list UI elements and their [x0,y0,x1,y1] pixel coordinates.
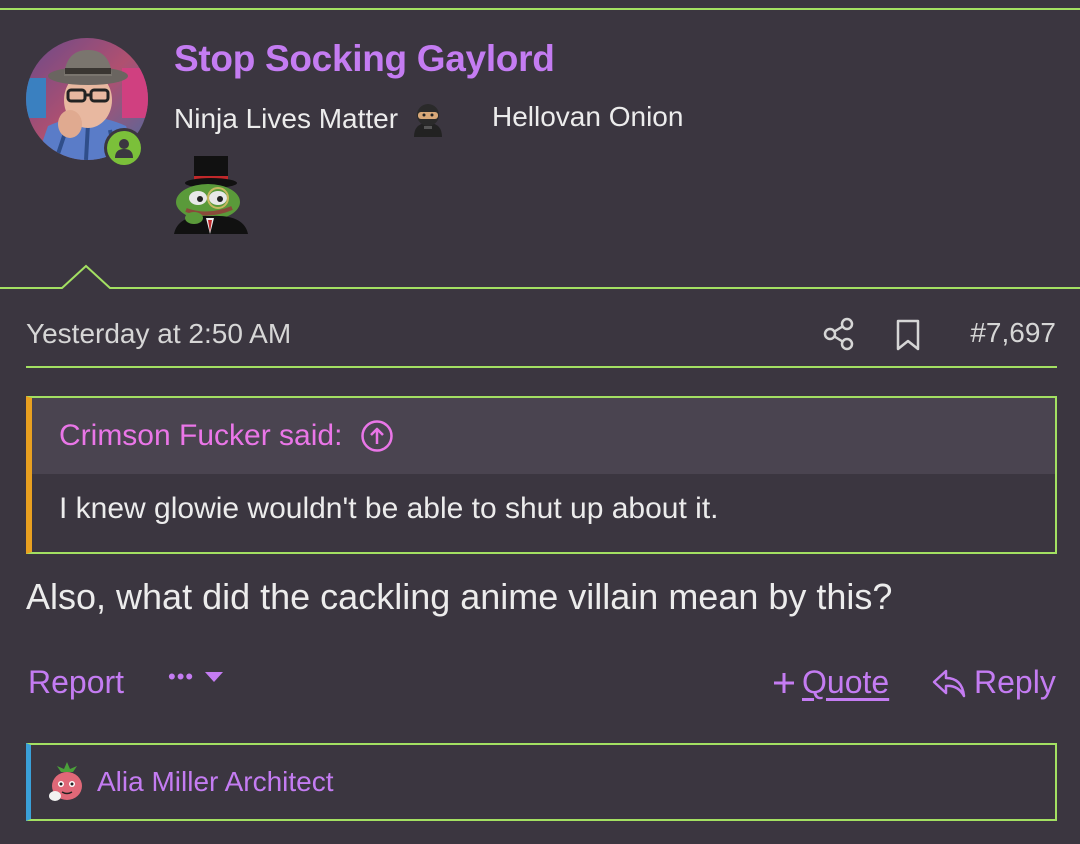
bookmark-icon[interactable] [893,318,923,352]
quote-author[interactable]: Crimson Fucker said: [59,419,342,453]
post-number-link[interactable]: #7,697 [970,317,1056,349]
post-date[interactable]: Yesterday at 2:50 AM [26,318,291,350]
plus-icon [772,671,796,695]
top-divider [0,8,1080,10]
username[interactable]: Stop Socking Gaylord [174,38,555,80]
caret-down-icon [204,671,224,683]
ninja-icon [410,101,446,137]
meta-divider [26,366,1057,368]
quote-block: Crimson Fucker said: I knew glowie would… [26,396,1057,554]
pepe-top-hat-icon [172,156,250,234]
header-divider [0,264,1080,289]
online-status-badge [104,128,144,168]
post-body: Also, what did the cackling anime villai… [26,576,893,617]
strawberry-reaction-icon [47,760,87,804]
more-options-label: ••• [168,664,195,689]
arrow-up-circle-icon[interactable] [360,419,394,453]
quote-header[interactable]: Crimson Fucker said: [32,398,1055,474]
share-icon[interactable] [822,317,856,351]
user-title-text: Ninja Lives Matter [174,103,399,134]
reply-button[interactable]: Reply [932,664,1056,701]
more-options-button[interactable]: ••• [168,664,224,690]
report-link[interactable]: Report [28,664,124,701]
quote-text: I knew glowie wouldn't be able to shut u… [59,492,719,525]
quote-button[interactable]: Quote [772,664,889,701]
reply-button-label: Reply [974,664,1056,700]
user-title: Ninja Lives Matter [174,101,446,137]
user-banner: Hellovan Onion [492,101,684,132]
user-online-icon [107,131,141,165]
reactions-bar[interactable]: Alia Miller Architect [26,743,1057,821]
quote-button-label: Quote [802,664,890,700]
reply-icon [932,668,966,698]
reaction-users[interactable]: Alia Miller Architect [97,766,334,798]
